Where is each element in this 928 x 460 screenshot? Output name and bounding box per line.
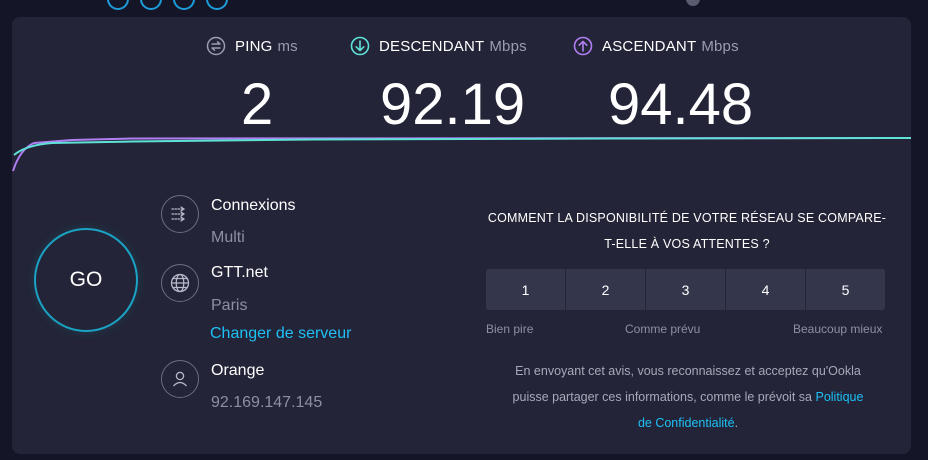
rating-button-4[interactable]: 4 [726, 269, 805, 310]
disclaimer-line2-text: puisse partager ces informations, comme … [512, 390, 812, 404]
scale-high-label: Beaucoup mieux [793, 322, 883, 336]
rating-scale: 1 2 3 4 5 [486, 269, 885, 310]
download-value: 92.19 [380, 72, 526, 137]
server-host: GTT.net [211, 264, 268, 281]
ping-metric: PING ms [206, 35, 298, 57]
user-icon [161, 360, 199, 398]
connections-mode: Multi [211, 229, 245, 246]
upload-metric: ASCENDANT Mbps [573, 35, 739, 57]
disclaimer-line2: puisse partager ces informations, comme … [484, 384, 892, 410]
provider-ip: 92.169.147.145 [211, 394, 323, 411]
survey-question-line2: T-ELLE À VOS ATTENTES ? [604, 237, 770, 251]
ping-label: PING [235, 37, 273, 55]
go-button-label: GO [69, 268, 103, 291]
upload-speed-line [12, 137, 911, 172]
upload-label: ASCENDANT [602, 37, 697, 55]
ping-value: 2 [241, 72, 274, 137]
settings-icon[interactable] [686, 0, 700, 6]
disclaimer-line1: En envoyant cet avis, vous reconnaissez … [515, 364, 861, 378]
upload-unit: Mbps [701, 37, 739, 55]
disclaimer-period: . [734, 416, 739, 430]
ping-unit: ms [277, 37, 298, 55]
connections-title: Connexions [211, 197, 296, 214]
survey-question: COMMENT LA DISPONIBILITÉ DE VOTRE RÉSEAU… [482, 205, 892, 257]
server-city: Paris [211, 297, 248, 314]
rating-button-3[interactable]: 3 [646, 269, 725, 310]
privacy-policy-link-continued[interactable]: de Confidentialité [638, 416, 735, 430]
download-metric: DESCENDANT Mbps [350, 35, 527, 57]
nav-circle-icon[interactable] [173, 0, 195, 10]
download-arrow-icon [350, 36, 370, 56]
scale-low-label: Bien pire [486, 322, 534, 336]
nav-circle-icon[interactable] [140, 0, 162, 10]
privacy-policy-link[interactable]: Politique [815, 390, 863, 404]
top-navigation-strip [0, 0, 928, 14]
rating-button-2[interactable]: 2 [566, 269, 645, 310]
ping-icon [206, 36, 226, 56]
nav-circle-icon[interactable] [107, 0, 129, 10]
scale-mid-label: Comme prévu [625, 322, 701, 336]
connections-icon [161, 195, 199, 233]
go-button[interactable]: GO [34, 228, 138, 332]
download-unit: Mbps [489, 37, 527, 55]
change-server-link[interactable]: Changer de serveur [210, 325, 351, 343]
download-speed-line [13, 137, 911, 156]
disclaimer-line3: de Confidentialité. [484, 410, 892, 436]
survey-question-line1: COMMENT LA DISPONIBILITÉ DE VOTRE RÉSEAU… [487, 211, 887, 225]
globe-icon [161, 264, 199, 302]
rating-button-1[interactable]: 1 [486, 269, 565, 310]
upload-value: 94.48 [608, 72, 754, 137]
privacy-disclaimer: En envoyant cet avis, vous reconnaissez … [484, 358, 892, 436]
speedtest-result-card: PING ms 2 DESCENDANT Mbps 92.19 ASCENDAN… [12, 17, 911, 454]
rating-button-5[interactable]: 5 [806, 269, 885, 310]
nav-circle-icon[interactable] [206, 0, 228, 10]
provider-name: Orange [211, 362, 265, 379]
speed-graph [12, 137, 911, 172]
download-label: DESCENDANT [379, 37, 485, 55]
upload-arrow-icon [573, 36, 593, 56]
